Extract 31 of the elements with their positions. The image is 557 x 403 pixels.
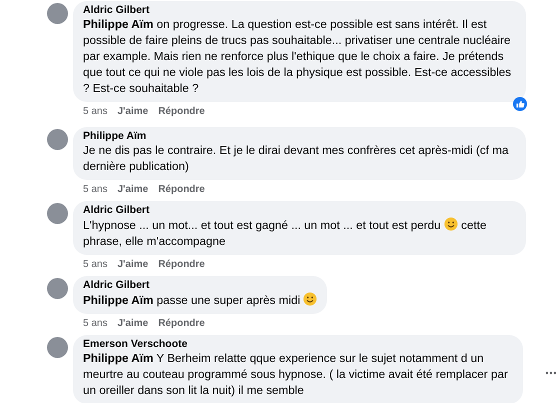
smiley-emoji-icon — [303, 292, 318, 306]
comment-text: Philippe Aïm on progresse. La question est-ce possible est sans intérêt. Il est possible de faire pleins de trucs pas souhaitable... privatiser une centrale nucléaire par example. Mais rien ne renforce plus l'ethique que le choix a faire. Je prétends que tout ce qui ne viole pas les lois de la physique est possible. Est-ce accessibles ? Est-ce souhaitable ? — [83, 17, 512, 97]
reply-link[interactable]: Répondre — [158, 104, 205, 119]
comment-text: L'hypnose ... un mot... et tout est gagné ... un mot ... et tout est perdu cette phrase, elle m'accompagne — [83, 217, 488, 250]
timestamp: 5 ans — [83, 105, 108, 119]
more-icon[interactable] — [545, 371, 557, 375]
like-link[interactable]: J'aime — [117, 104, 148, 119]
comment-text: Philippe Aïm passe une super après midi — [83, 292, 318, 309]
reply-link[interactable]: Répondre — [158, 316, 205, 330]
author-name[interactable]: Aldric Gilbert — [83, 4, 516, 17]
avatar[interactable] — [47, 129, 68, 150]
like-link[interactable]: J'aime — [117, 256, 148, 272]
timestamp: 5 ans — [83, 316, 108, 330]
author-name[interactable]: Emerson Verschoote — [83, 338, 514, 351]
like-link[interactable]: J'aime — [117, 182, 148, 196]
avatar[interactable] — [47, 203, 68, 224]
timestamp: 5 ans — [83, 182, 108, 196]
comment-text: Je ne dis pas le contraire. Et je le dirai devant mes confrères cet après-midi (cf ma dernière publication) — [83, 143, 510, 175]
avatar[interactable] — [47, 278, 68, 299]
smiley-emoji-icon — [444, 217, 458, 231]
author-name[interactable]: Aldric Gilbert — [83, 279, 318, 292]
author-name[interactable]: Philippe Aïm — [83, 130, 516, 143]
reply-link[interactable]: Répondre — [158, 182, 205, 196]
like-link[interactable]: J'aime — [117, 316, 148, 330]
reply-link[interactable]: Répondre — [158, 256, 205, 272]
avatar[interactable] — [47, 3, 68, 24]
author-name[interactable]: Aldric Gilbert — [83, 204, 516, 217]
like-reaction-icon[interactable] — [513, 97, 527, 111]
avatar[interactable] — [47, 337, 68, 358]
comment-text: Philippe Aïm Y Berheim relatte qque experience sur le sujet notamment d un meurtre au couteau programmé sous hypnose. ( la victime avait été remplacer par un oreiller dans son lit la nuit) il me semble — [83, 351, 509, 399]
timestamp: 5 ans — [83, 258, 108, 272]
